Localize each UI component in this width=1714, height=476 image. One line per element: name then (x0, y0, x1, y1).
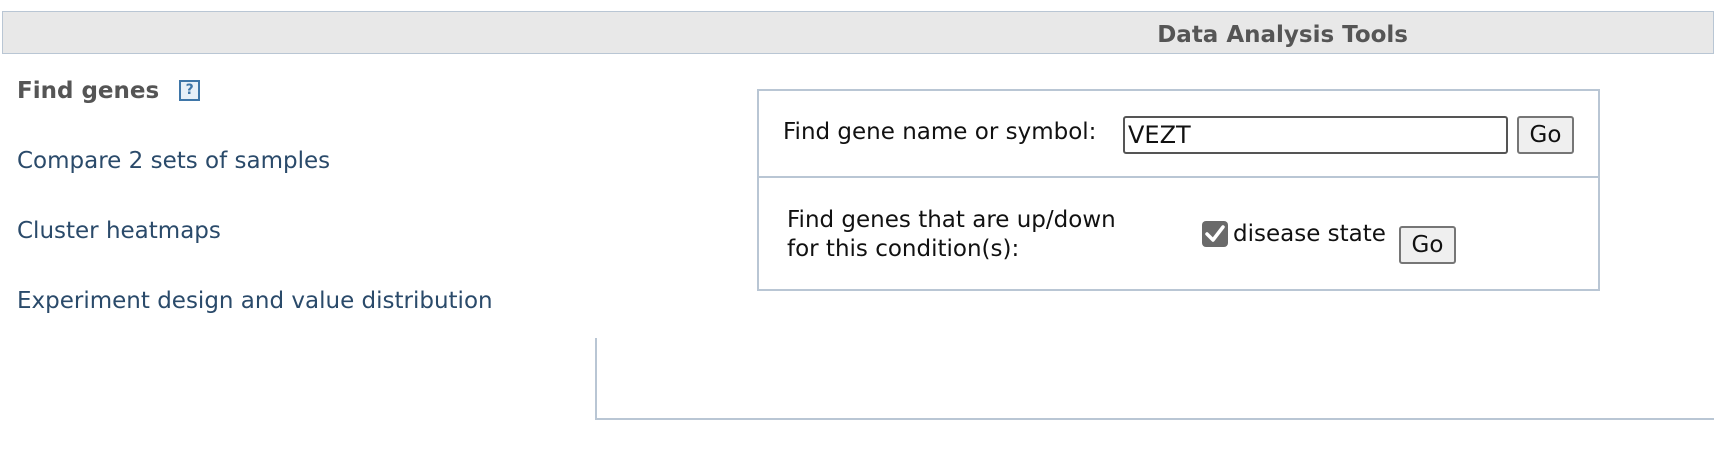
compare-samples-link[interactable]: Compare 2 sets of samples (17, 148, 330, 174)
page: Data Analysis Tools Find genes ? Compare… (0, 0, 1714, 476)
header-title: Data Analysis Tools (1157, 22, 1408, 48)
find-gene-go-button[interactable]: Go (1517, 116, 1574, 154)
find-gene-row: Find gene name or symbol: Go (759, 91, 1598, 178)
experiment-design-link[interactable]: Experiment design and value distribution (17, 288, 493, 314)
menu-title: Find genes (17, 78, 160, 104)
cluster-heatmaps-link[interactable]: Cluster heatmaps (17, 218, 221, 244)
menu-title-row: Find genes ? (17, 78, 201, 104)
find-gene-label: Find gene name or symbol: (783, 119, 1097, 145)
lower-frame (595, 338, 1714, 420)
find-condition-label-line2: for this condition(s): (787, 236, 1020, 262)
find-condition-label: Find genes that are up/down for this con… (787, 206, 1167, 264)
header-bar: Data Analysis Tools (2, 11, 1714, 54)
find-condition-label-line1: Find genes that are up/down (787, 207, 1116, 233)
disease-state-checkbox[interactable] (1202, 221, 1228, 247)
gene-search-input[interactable] (1123, 116, 1508, 154)
disease-state-label: disease state (1233, 221, 1386, 247)
find-genes-panel: Find gene name or symbol: Go Find genes … (757, 89, 1600, 291)
checkmark-icon (1205, 225, 1225, 242)
help-icon[interactable]: ? (179, 79, 201, 101)
find-condition-go-button[interactable]: Go (1399, 226, 1456, 264)
